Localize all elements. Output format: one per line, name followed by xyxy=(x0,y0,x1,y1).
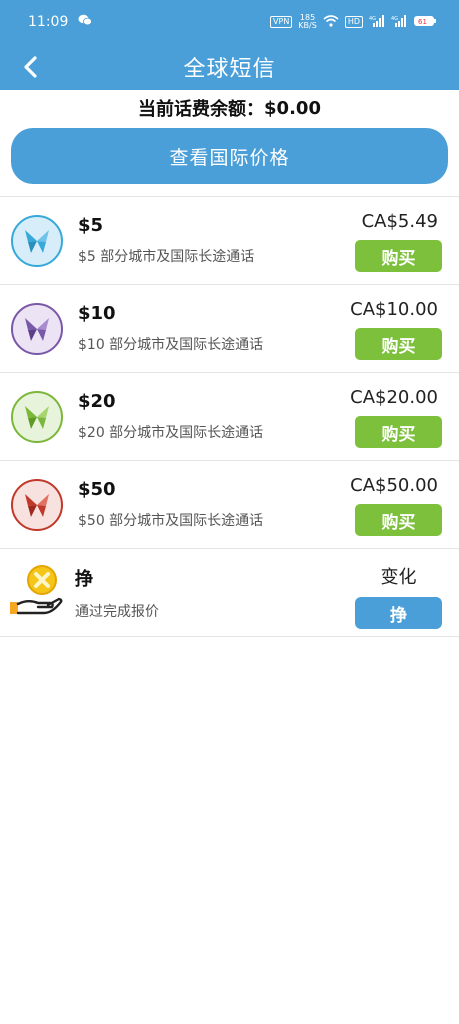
butterfly-icon xyxy=(11,302,63,355)
svg-text:4G: 4G xyxy=(369,16,376,22)
balance-row: 当前话费余额： $0.00 xyxy=(0,90,459,126)
plan-price: CA$20.00 xyxy=(350,387,438,408)
svg-text:4G: 4G xyxy=(391,16,398,22)
plan-price: CA$5.49 xyxy=(361,211,438,232)
buy-button[interactable]: 购买 xyxy=(355,328,442,360)
plan-item-20: $20 $20 部分城市及国际长途通话 CA$20.00 购买 xyxy=(0,373,459,461)
net-speed: 185 KB/S xyxy=(298,13,317,30)
plan-list: $5 $5 部分城市及国际长途通话 CA$5.49 购买 $10 $10 部分城… xyxy=(0,196,459,637)
signal-icon-2: 4G xyxy=(391,14,407,30)
balance-amount: $0.00 xyxy=(264,97,321,119)
status-bar: 11:09 VPN 185 KB/S HD 4G 4G 61 xyxy=(0,0,459,44)
buy-button[interactable]: 购买 xyxy=(355,416,442,448)
butterfly-icon xyxy=(11,214,63,267)
back-button[interactable] xyxy=(14,50,48,84)
plan-item-10: $10 $10 部分城市及国际长途通话 CA$10.00 购买 xyxy=(0,285,459,373)
battery-icon: 61 xyxy=(413,15,437,30)
buy-button[interactable]: 购买 xyxy=(355,240,442,272)
wechat-notification-icon xyxy=(78,14,93,30)
plan-price: CA$10.00 xyxy=(350,299,438,320)
app-header: 11:09 VPN 185 KB/S HD 4G 4G 61 全球短信 xyxy=(0,0,459,90)
earn-change-label: 变化 xyxy=(380,567,417,588)
chevron-left-icon xyxy=(24,56,37,78)
hand-coin-icon xyxy=(8,563,68,623)
wifi-icon xyxy=(323,14,339,30)
plan-item-5: $5 $5 部分城市及国际长途通话 CA$5.49 购买 xyxy=(0,197,459,285)
status-time: 11:09 xyxy=(28,14,69,30)
view-international-rates-button[interactable]: 查看国际价格 xyxy=(11,128,448,184)
plan-price: CA$50.00 xyxy=(350,475,438,496)
earn-button[interactable]: 挣 xyxy=(355,597,442,629)
buy-button[interactable]: 购买 xyxy=(355,504,442,536)
plan-item-50: $50 $50 部分城市及国际长途通话 CA$50.00 购买 xyxy=(0,461,459,549)
balance-label: 当前话费余额： xyxy=(138,99,265,120)
earn-item: 挣 通过完成报价 变化 挣 xyxy=(0,549,459,637)
signal-icon-1: 4G xyxy=(369,14,385,30)
page-title: 全球短信 xyxy=(183,57,276,82)
hd-badge: HD xyxy=(344,16,363,28)
vpn-badge: VPN xyxy=(270,16,293,28)
butterfly-icon xyxy=(11,478,63,531)
svg-text:61: 61 xyxy=(418,18,427,26)
butterfly-icon xyxy=(11,390,63,443)
